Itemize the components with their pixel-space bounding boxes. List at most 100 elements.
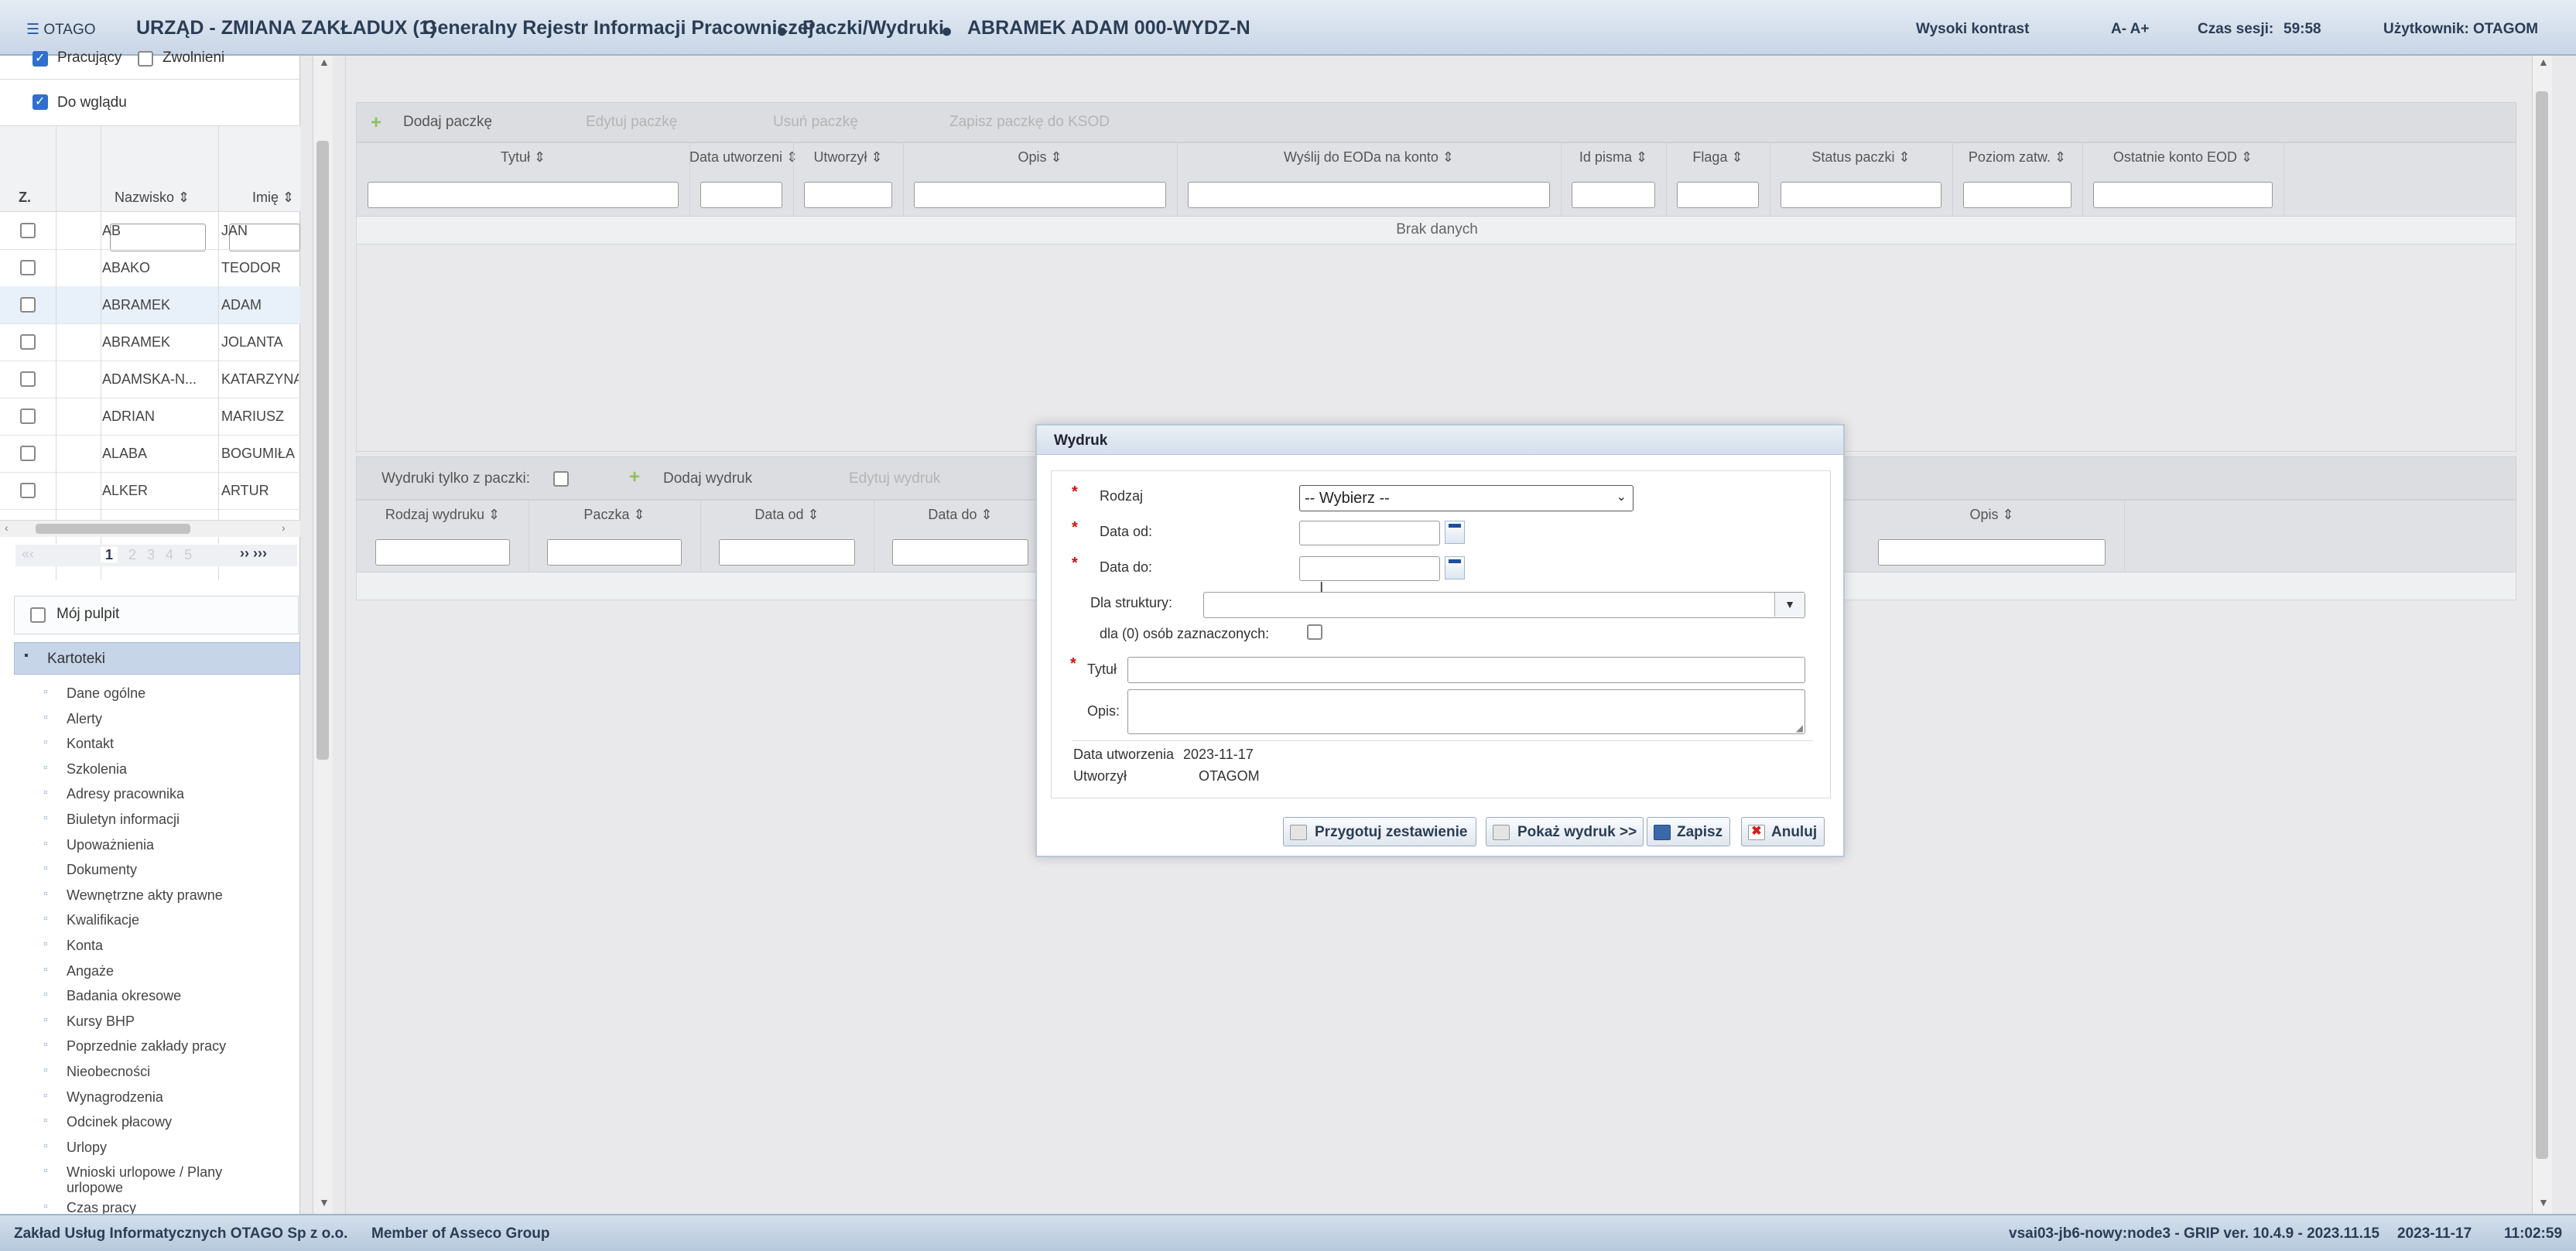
description-textarea[interactable]: ◢ [1127,689,1805,734]
tree-item[interactable]: urlopowe [67,1180,123,1196]
printouts-filter-input[interactable] [1878,539,2106,566]
packages-column-header[interactable]: Opis ⇕ [903,149,1177,166]
calendar-icon[interactable] [1445,556,1465,579]
row-checkbox[interactable] [20,334,36,350]
tree-item[interactable]: Dokumenty [43,862,137,878]
packages-filter-input[interactable] [914,182,1166,208]
tree-item[interactable]: Urlopy [43,1140,107,1156]
breadcrumb-employee[interactable]: ABRAMEK ADAM 000-WYDZ-N [967,17,1250,39]
page-number[interactable]: 2 [128,547,136,562]
employee-row[interactable]: ABRAMEK ADAM [0,286,300,324]
printouts-column-header[interactable]: Rodzaj wydruku ⇕ [357,507,529,523]
dialog-titlebar[interactable]: Wydruk [1037,426,1843,455]
tree-item[interactable]: Nieobecności [43,1064,150,1080]
add-printout-icon[interactable]: + [629,467,640,488]
first-page-icon[interactable]: «‹ [22,546,34,562]
printouts-column-header[interactable]: Data do ⇕ [874,507,1047,523]
packages-filter-input[interactable] [1572,182,1655,208]
packages-column-header[interactable]: Flaga ⇕ [1666,149,1770,166]
prepare-report-button[interactable]: Przygotuj zestawienie [1283,817,1476,846]
scroll-thumb[interactable] [316,141,329,760]
date-to-input[interactable] [1299,556,1440,581]
row-checkbox[interactable] [20,408,36,424]
tree-item[interactable]: Dane ogólne [43,685,145,702]
tree-item[interactable]: Badania okresowe [43,988,181,1004]
printouts-column-header[interactable]: Data od ⇕ [700,507,874,523]
title-input[interactable] [1127,657,1805,683]
employee-row[interactable]: ALABA BOGUMIŁA [0,435,300,473]
tree-item[interactable]: Alerty [43,711,102,727]
packages-filter-input[interactable] [1781,182,1941,208]
row-checkbox[interactable] [20,223,36,238]
row-checkbox[interactable] [20,483,36,498]
row-checkbox[interactable] [20,446,36,461]
packages-column-header[interactable]: Tytuł ⇕ [357,149,689,166]
scroll-left-icon[interactable]: ‹ [5,521,9,534]
packages-column-header[interactable]: Wyślij do EODa na konto ⇕ [1177,149,1561,166]
tree-item[interactable]: Kontakt [43,736,114,752]
only-from-package-checkbox[interactable] [553,471,569,487]
content-vertical-scrollbar[interactable]: ▲ ▼ [2532,56,2552,1214]
packages-filter-input[interactable] [2093,182,2273,208]
printouts-filter-input[interactable] [375,539,510,566]
col-surname[interactable]: Nazwisko ⇕ [115,190,190,206]
employee-row[interactable]: ALKER ARTUR [0,472,300,510]
printouts-column-header[interactable]: Paczka ⇕ [529,507,700,523]
scroll-right-icon[interactable]: › [282,521,286,534]
selected-persons-checkbox[interactable] [1307,624,1322,640]
dismissed-checkbox[interactable] [138,51,153,67]
printouts-filter-input[interactable] [719,539,855,566]
scroll-up-icon[interactable]: ▲ [2538,56,2549,68]
col-z[interactable]: Z. [19,190,31,206]
calendar-icon[interactable] [1445,521,1465,544]
packages-filter-input[interactable] [700,182,782,208]
tree-item[interactable]: Poprzednie zakłady pracy [43,1038,226,1054]
add-package-button[interactable]: Dodaj paczkę [403,114,492,131]
employee-row[interactable]: ABRAMEK JOLANTA [0,323,300,361]
my-desktop-checkbox[interactable] [30,607,46,623]
tree-item[interactable]: Wewnętrzne akty prawne [43,887,223,904]
tree-item[interactable]: Konta [43,938,103,954]
save-ksod-button[interactable]: Zapisz paczkę do KSOD [949,114,1110,131]
high-contrast-link[interactable]: Wysoki kontrast [1916,21,2029,38]
breadcrumb-packages[interactable]: Paczki/Wydruki [802,17,944,39]
type-select[interactable]: -- Wybierz -- ⌄ [1299,485,1634,511]
left-vertical-scrollbar[interactable]: ▲ ▼ [313,56,333,1214]
grid-horizontal-scrollbar[interactable]: ‹ › [0,520,300,537]
structure-combobox[interactable]: ▼ [1203,592,1805,618]
packages-column-header[interactable]: Id pisma ⇕ [1561,149,1666,166]
scroll-thumb[interactable] [2536,91,2548,1159]
scroll-down-icon[interactable]: ▼ [2538,1196,2549,1208]
printouts-column-header[interactable]: Opis ⇕ [1859,507,2124,523]
packages-column-header[interactable]: Ostatnie konto EOD ⇕ [2082,149,2284,166]
working-checkbox[interactable] [32,50,48,67]
page-number[interactable]: 3 [147,547,155,562]
tree-item[interactable]: Kursy BHP [43,1013,135,1030]
col-name[interactable]: Imię ⇕ [252,190,294,206]
scroll-thumb[interactable] [36,524,190,534]
edit-printout-button[interactable]: Edytuj wydruk [849,470,940,487]
employee-row[interactable]: ABAKO TEODOR [0,249,300,287]
packages-column-header[interactable]: Poziom zatw. ⇕ [1952,149,2082,166]
packages-filter-input[interactable] [1963,182,2071,208]
employee-row[interactable]: ADRIAN MARIUSZ [0,398,300,436]
page-number[interactable]: 4 [166,547,173,562]
printouts-filter-input[interactable] [892,539,1028,566]
page-number[interactable]: 1 [101,547,118,562]
scroll-up-icon[interactable]: ▲ [319,56,330,68]
employee-row[interactable]: ADAMSKA-N... KATARZYNA [0,361,300,398]
tree-item[interactable]: Biuletyn informacji [43,812,180,828]
last-page-icon[interactable]: ›› ››› [240,545,267,562]
tree-item[interactable]: Angaże [43,963,114,979]
show-printout-button[interactable]: Pokaż wydruk >> [1486,817,1644,846]
packages-column-header[interactable]: Status paczki ⇕ [1770,149,1952,166]
resize-handle-icon[interactable]: ◢ [1796,723,1803,733]
row-checkbox[interactable] [20,297,36,313]
tree-item[interactable]: Wnioski urlopowe / Plany [43,1164,222,1181]
employee-row[interactable]: AB JAN [0,212,300,250]
add-package-icon[interactable]: + [371,112,381,134]
tree-item[interactable]: Wynagrodzenia [43,1089,163,1106]
tree-item[interactable]: Adresy pracownika [43,786,184,802]
row-checkbox[interactable] [20,260,36,275]
packages-filter-input[interactable] [1188,182,1550,208]
